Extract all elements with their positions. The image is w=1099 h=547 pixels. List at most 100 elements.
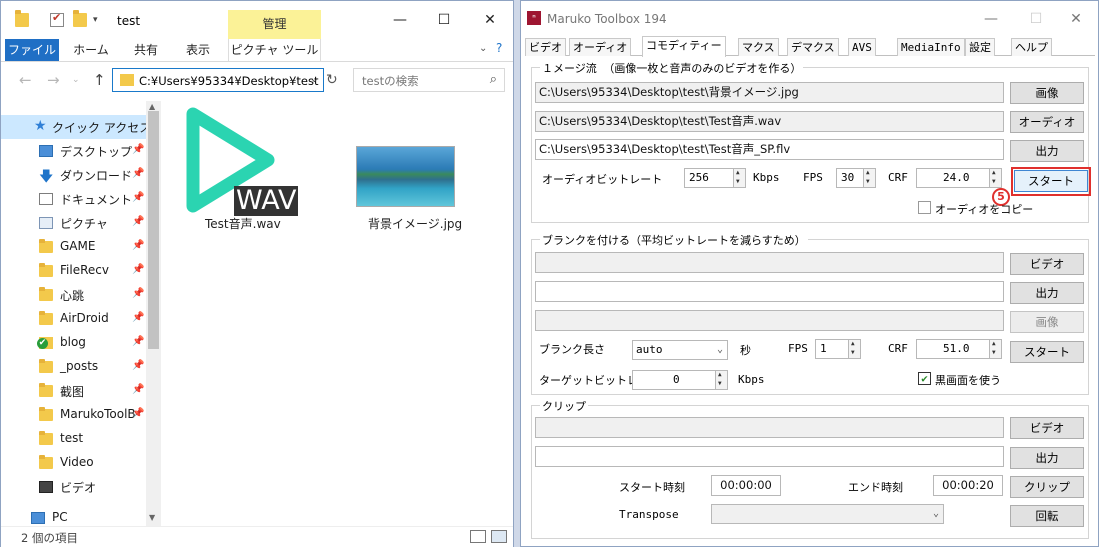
audio-bitrate-spinner[interactable]: 256 ▲ ▼ xyxy=(684,168,746,188)
tab-file[interactable]: ファイル xyxy=(5,39,59,61)
tab-share[interactable]: 共有 xyxy=(126,39,166,61)
large-icons-view-icon[interactable] xyxy=(491,530,507,543)
refresh-icon[interactable]: ↻ xyxy=(326,72,338,88)
nav-folder[interactable]: blog 📌 xyxy=(1,331,146,355)
blank-video-button[interactable]: ビデオ xyxy=(1010,253,1084,275)
clip-video-button[interactable]: ビデオ xyxy=(1010,417,1084,439)
blank-length-select[interactable]: auto ⌄ xyxy=(632,340,728,360)
address-field[interactable]: C:¥Users¥95334¥Desktop¥test ⌄ xyxy=(112,68,324,92)
nav-folder[interactable]: _posts 📌 xyxy=(1,355,146,379)
black-screen-checkbox[interactable]: ✔ xyxy=(918,372,931,385)
minimize-button[interactable]: — xyxy=(976,8,1006,30)
nav-downloads[interactable]: 🡇 ダウンロード 📌 xyxy=(1,163,146,187)
close-button[interactable]: ✕ xyxy=(1061,8,1091,30)
spinner-arrows[interactable]: ▲ ▼ xyxy=(715,371,727,389)
blank-output-button[interactable]: 出力 xyxy=(1010,282,1084,304)
blank-video-field[interactable] xyxy=(535,252,1004,273)
tab-mediainfo[interactable]: MediaInfo xyxy=(897,38,965,56)
seconds-label: 秒 xyxy=(740,344,751,357)
nav-documents[interactable]: ドキュメント 📌 xyxy=(1,187,146,211)
output-path-field[interactable]: C:\Users\95334\Desktop\test\Test音声_SP.fl… xyxy=(535,139,1004,160)
search-icon: ⌕ xyxy=(489,72,497,87)
blank-crf-spinner[interactable]: 51.0 ▲ ▼ xyxy=(916,339,1002,359)
up-arrow-icon[interactable]: ↑ xyxy=(93,71,106,89)
file-name[interactable]: 背景イメージ.jpg xyxy=(368,215,462,232)
image-path-field[interactable]: C:\Users\95334\Desktop\test\背景イメージ.jpg xyxy=(535,82,1004,103)
nav-desktop[interactable]: デスクトップ 📌 xyxy=(1,139,146,163)
folder-icon xyxy=(15,10,29,27)
select-audio-button[interactable]: オーディオ xyxy=(1010,111,1084,133)
rotate-button[interactable]: 回転 xyxy=(1010,505,1084,527)
tab-demux[interactable]: デマクス xyxy=(787,38,839,56)
spinner-arrows[interactable]: ▲ ▼ xyxy=(863,169,875,187)
clip-video-field[interactable] xyxy=(535,417,1004,438)
forward-arrow-icon[interactable]: → xyxy=(47,71,60,89)
expand-ribbon-icon[interactable]: ⌄ xyxy=(479,43,487,54)
nav-scrollbar[interactable]: ▲ ▼ xyxy=(146,101,161,526)
search-input[interactable]: testの検索 ⌕ xyxy=(353,68,505,92)
folder-icon xyxy=(39,431,53,445)
spinner-arrows[interactable]: ▲ ▼ xyxy=(848,340,860,358)
properties-icon[interactable] xyxy=(50,11,64,27)
blank-length-label: ブランク長さ xyxy=(539,343,605,356)
tab-view[interactable]: 表示 xyxy=(178,39,218,61)
nav-folder[interactable]: Video xyxy=(1,451,146,475)
details-view-icon[interactable] xyxy=(470,530,486,543)
clip-button[interactable]: クリップ xyxy=(1010,476,1084,498)
nav-folder[interactable]: GAME 📌 xyxy=(1,235,146,259)
nav-videos[interactable]: ビデオ xyxy=(1,475,146,499)
back-arrow-icon[interactable]: ← xyxy=(19,71,32,89)
explorer-titlebar: ▾ test 管理 — ☐ ✕ xyxy=(1,1,513,39)
tab-avs[interactable]: AVS xyxy=(848,38,876,56)
scroll-down-icon[interactable]: ▼ xyxy=(149,513,155,522)
nav-pictures[interactable]: ピクチャ 📌 xyxy=(1,211,146,235)
end-time-field[interactable]: 00:00:20 xyxy=(933,475,1003,496)
pin-icon: 📌 xyxy=(132,168,145,179)
chevron-down-icon[interactable]: ⌄ xyxy=(310,72,319,85)
select-output-button[interactable]: 出力 xyxy=(1010,140,1084,162)
tab-settings[interactable]: 設定 xyxy=(965,38,995,56)
nav-quick-access[interactable]: ★ クイック アクセス xyxy=(1,115,151,139)
copy-audio-checkbox[interactable] xyxy=(918,201,931,214)
help-icon[interactable]: ? xyxy=(496,41,502,55)
fps-spinner[interactable]: 30 ▲ ▼ xyxy=(836,168,876,188)
new-folder-icon[interactable] xyxy=(73,10,87,27)
scroll-up-icon[interactable]: ▲ xyxy=(149,102,155,111)
maximize-button[interactable]: ☐ xyxy=(429,9,459,31)
select-image-button[interactable]: 画像 xyxy=(1010,82,1084,104)
customize-quick-access-icon[interactable]: ▾ xyxy=(93,15,103,29)
blank-output-field[interactable] xyxy=(535,281,1004,302)
blank-fps-spinner[interactable]: 1 ▲ ▼ xyxy=(815,339,861,359)
spinner-arrows[interactable]: ▲ ▼ xyxy=(989,340,1001,358)
clip-output-field[interactable] xyxy=(535,446,1004,467)
close-button[interactable]: ✕ xyxy=(475,9,505,31)
clip-output-button[interactable]: 出力 xyxy=(1010,447,1084,469)
start-time-field[interactable]: 00:00:00 xyxy=(711,475,781,496)
tab-home[interactable]: ホーム xyxy=(71,39,111,61)
scrollbar-thumb[interactable] xyxy=(148,111,159,349)
spinner-arrows[interactable]: ▲ ▼ xyxy=(733,169,745,187)
transpose-select[interactable]: ⌄ xyxy=(711,504,944,524)
tab-manage[interactable]: 管理 xyxy=(228,10,321,39)
tab-audio[interactable]: オーディオ xyxy=(569,38,632,56)
recent-dropdown-icon[interactable]: ⌄ xyxy=(72,75,80,85)
blank-start-button[interactable]: スタート xyxy=(1010,341,1084,363)
target-bitrate-spinner[interactable]: 0 ▲ ▼ xyxy=(632,370,728,390)
nav-folder[interactable]: MarukoToolB 📌 xyxy=(1,403,146,427)
nav-folder[interactable]: 心跳 📌 xyxy=(1,283,146,307)
minimize-button[interactable]: — xyxy=(385,9,415,31)
crf-spinner[interactable]: 24.0 ▲ ▼ xyxy=(916,168,1002,188)
nav-folder[interactable]: AirDroid 📌 xyxy=(1,307,146,331)
nav-folder[interactable]: FileRecv 📌 xyxy=(1,259,146,283)
tab-help[interactable]: ヘルプ xyxy=(1011,38,1052,56)
nav-folder[interactable]: 截图 📌 xyxy=(1,379,146,403)
audio-path-field[interactable]: C:\Users\95334\Desktop\test\Test音声.wav xyxy=(535,111,1004,132)
lake-image-thumbnail[interactable] xyxy=(356,146,455,207)
tab-video[interactable]: ビデオ xyxy=(525,38,566,56)
spinner-arrows[interactable]: ▲ ▼ xyxy=(989,169,1001,187)
tab-commodity[interactable]: コモディティー xyxy=(642,36,726,57)
file-name[interactable]: Test音声.wav xyxy=(205,215,281,232)
tab-mux[interactable]: マクス xyxy=(738,38,779,56)
nav-folder[interactable]: test xyxy=(1,427,146,451)
tab-picture-tools[interactable]: ピクチャ ツール xyxy=(228,39,321,61)
